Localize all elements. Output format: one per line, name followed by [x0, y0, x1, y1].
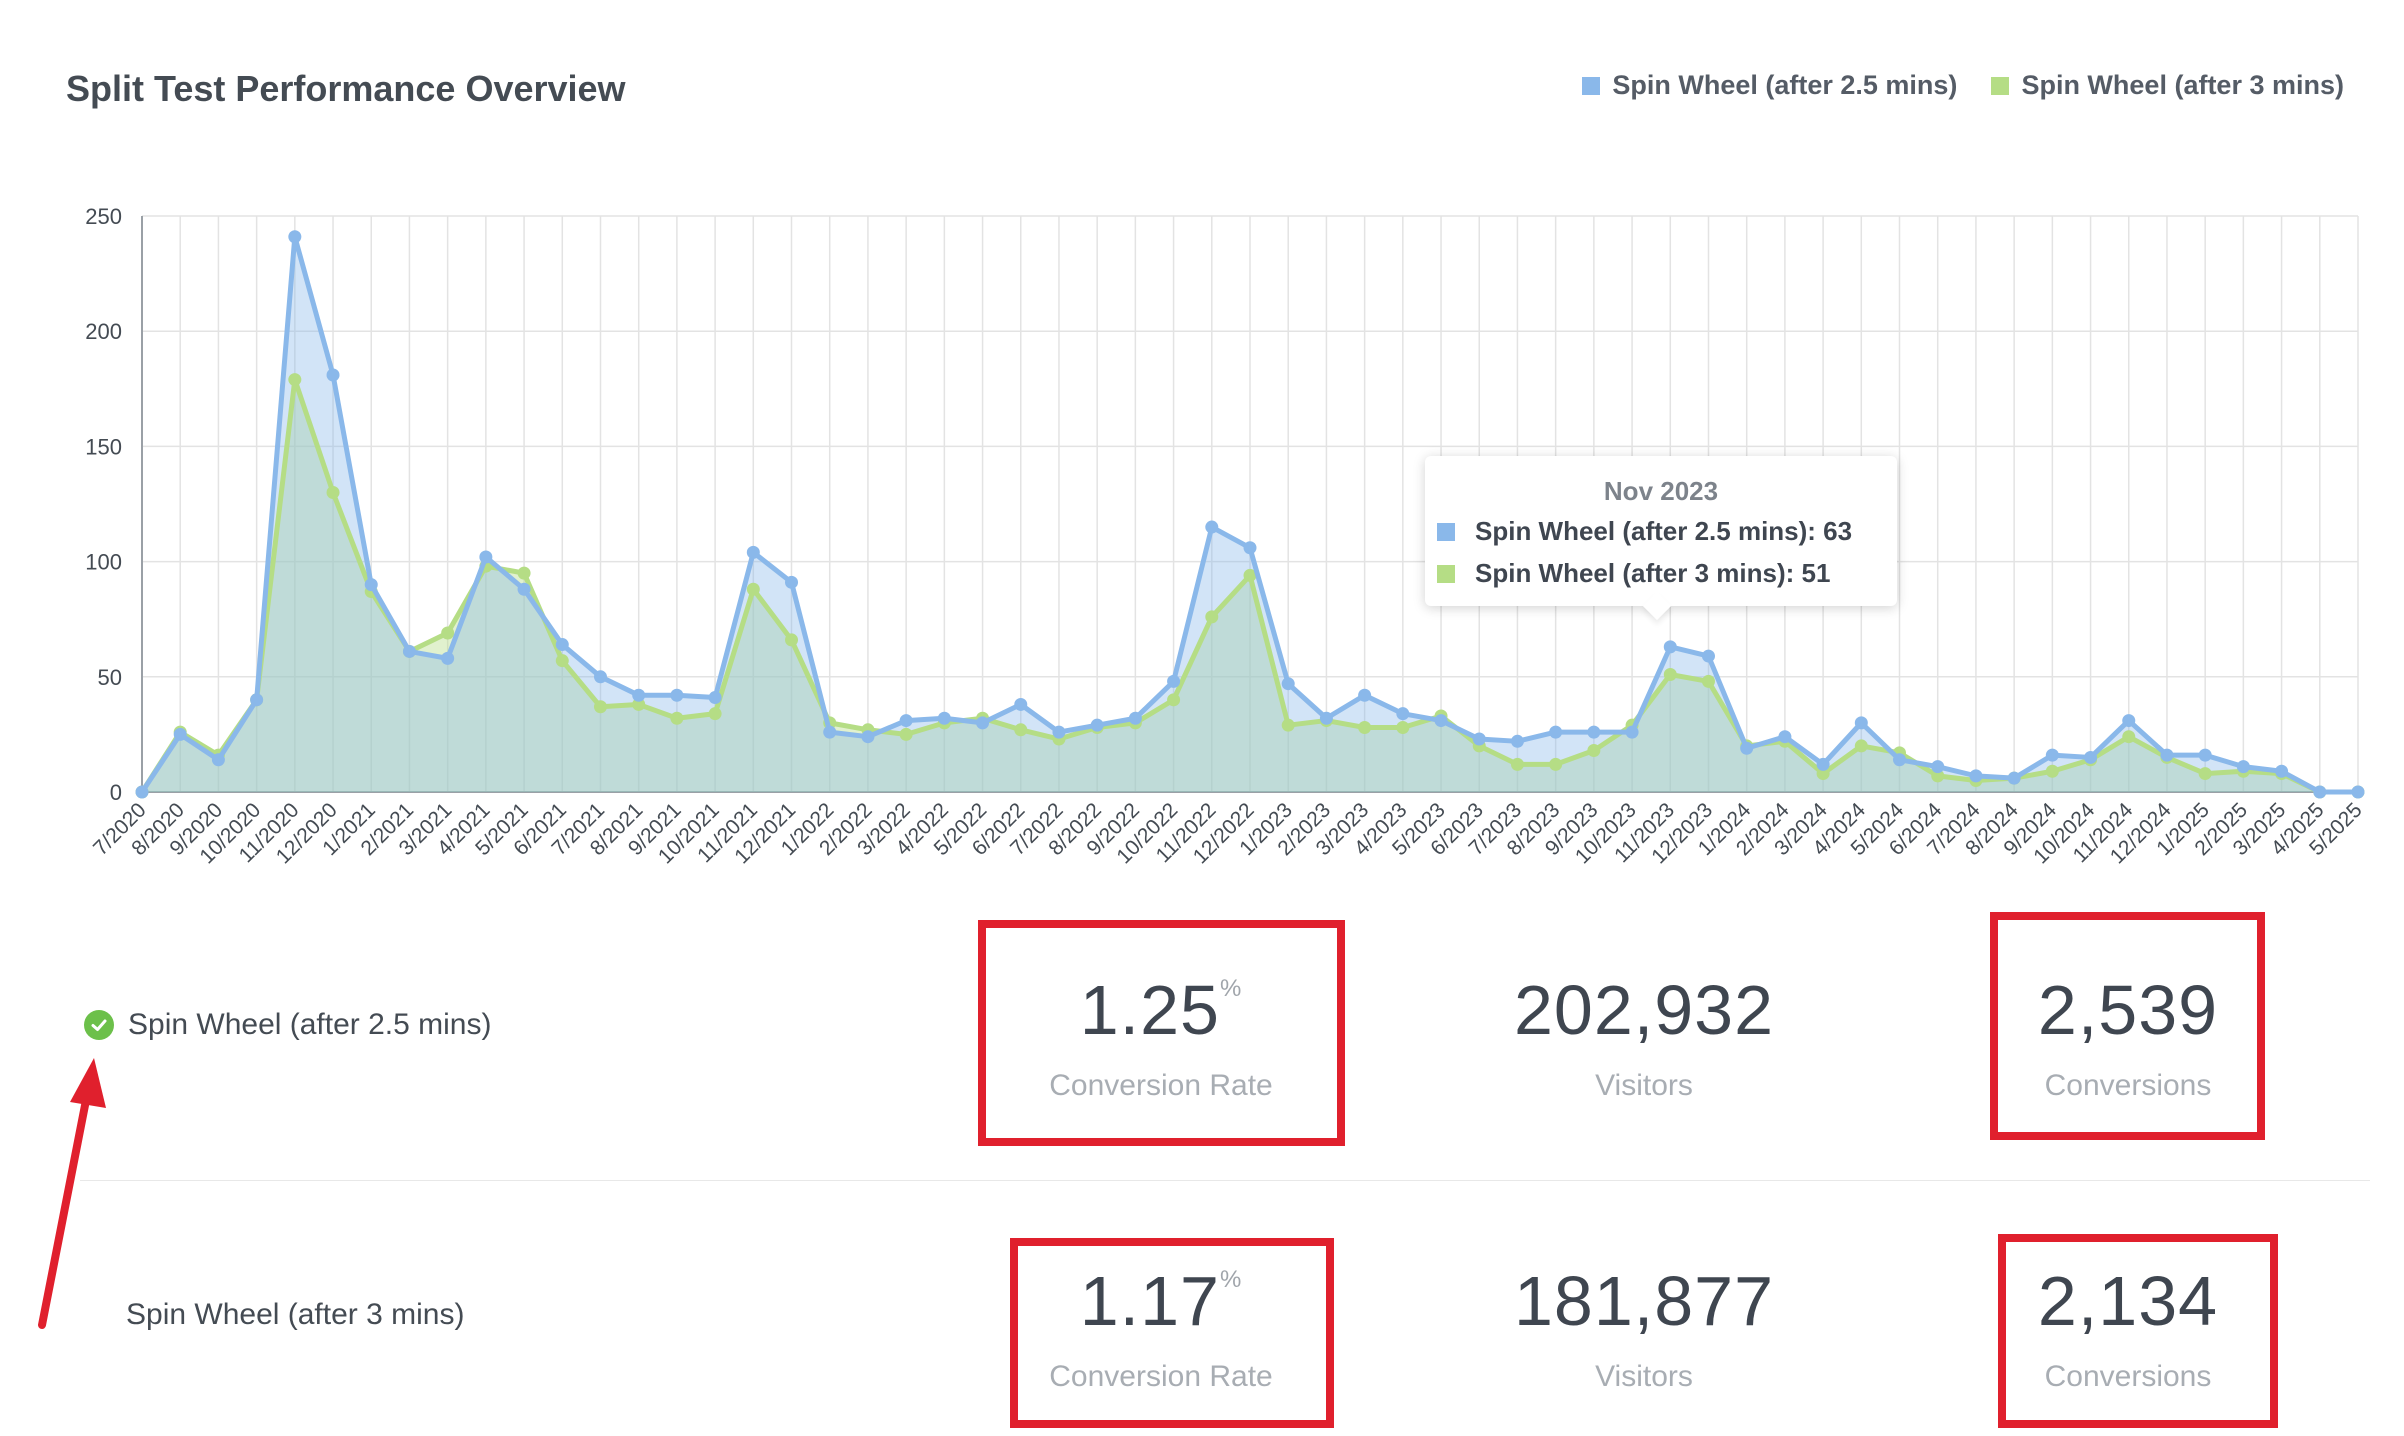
- red-arrow-annotation: [38, 1058, 106, 1329]
